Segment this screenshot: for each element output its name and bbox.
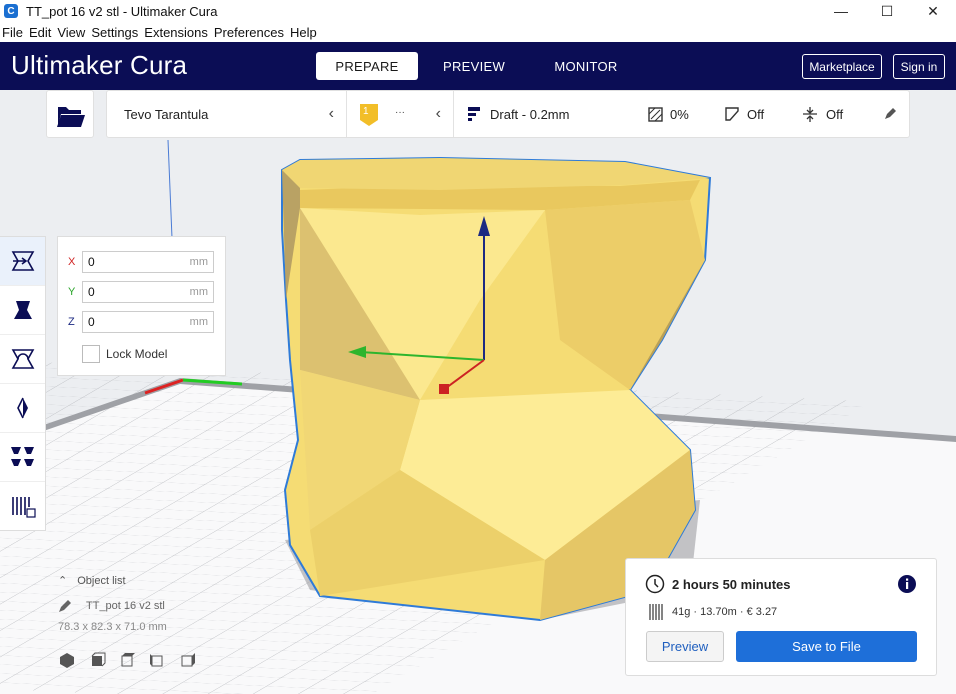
- per-model-settings-icon: [10, 447, 34, 466]
- z-value: 0: [88, 315, 95, 329]
- open-file-button[interactable]: [46, 90, 94, 138]
- rotate-tool-button[interactable]: [0, 335, 45, 384]
- menu-settings[interactable]: Settings: [91, 25, 138, 40]
- scale-icon: [13, 301, 32, 319]
- spool-icon: [649, 604, 663, 620]
- y-unit: mm: [189, 286, 208, 298]
- adhesion-value: Off: [826, 107, 844, 122]
- view-right-icon[interactable]: [178, 651, 196, 669]
- menu-bar: File Edit View Settings Extensions Prefe…: [0, 22, 956, 42]
- profile-icon: [468, 107, 480, 121]
- x-input[interactable]: 0 mm: [82, 251, 214, 273]
- logo-ultimaker: Ultimaker: [11, 50, 123, 80]
- sign-in-button[interactable]: Sign in: [893, 54, 945, 79]
- object-name: TT_pot 16 v2 stl: [86, 600, 165, 612]
- close-button[interactable]: ✕: [910, 0, 956, 22]
- cura-app-icon: C: [4, 4, 18, 18]
- z-label: Z: [68, 316, 75, 328]
- support-blocker-icon: [11, 496, 36, 518]
- menu-help[interactable]: Help: [290, 25, 317, 40]
- print-settings-selector[interactable]: Draft - 0.2mm 0% Off Off: [454, 91, 909, 137]
- y-value: 0: [88, 285, 95, 299]
- window-titlebar: C TT_pot 16 v2 stl - Ultimaker Cura — ☐ …: [0, 0, 956, 22]
- object-list-header[interactable]: ⌃ Object list: [58, 574, 278, 588]
- adhesion-icon: [803, 107, 817, 122]
- mirror-tool-button[interactable]: [0, 384, 45, 433]
- ultimaker-cura-logo: Ultimaker Cura: [11, 50, 187, 81]
- printer-name: Tevo Tarantula: [124, 106, 209, 122]
- preview-button[interactable]: Preview: [646, 631, 724, 662]
- view-left-icon[interactable]: [148, 651, 166, 669]
- mirror-icon: [16, 397, 28, 419]
- tab-monitor[interactable]: MONITOR: [540, 52, 632, 80]
- extruder-number: 1: [363, 106, 369, 117]
- support-icon: [725, 107, 739, 121]
- view-orientation-buttons: [58, 651, 278, 669]
- folder-icon: [57, 107, 85, 127]
- window-title: TT_pot 16 v2 stl - Ultimaker Cura: [26, 3, 218, 19]
- view-top-icon[interactable]: [118, 651, 136, 669]
- material-estimate: 41g · 13.70m · € 3.27: [672, 606, 778, 618]
- menu-preferences[interactable]: Preferences: [214, 25, 284, 40]
- x-unit: mm: [189, 256, 208, 268]
- lock-model-row[interactable]: Lock Model: [82, 345, 167, 363]
- logo-cura: Cura: [122, 50, 188, 80]
- y-label: Y: [68, 286, 76, 298]
- view-3d-icon[interactable]: [58, 651, 76, 669]
- support-value: Off: [747, 107, 765, 122]
- app-header: Ultimaker Cura PREPARE PREVIEW MONITOR M…: [0, 42, 956, 90]
- z-unit: mm: [189, 316, 208, 328]
- move-icon: [11, 251, 34, 271]
- extruder-selector[interactable]: 1 ··· ‹: [347, 91, 454, 137]
- printer-selector[interactable]: Tevo Tarantula ‹: [107, 91, 347, 137]
- menu-view[interactable]: View: [57, 25, 85, 40]
- print-time: 2 hours 50 minutes: [672, 577, 791, 592]
- object-list-title: Object list: [77, 574, 126, 587]
- infill-icon: [648, 107, 663, 122]
- object-list: ⌃ Object list TT_pot 16 v2 stl 78.3 x 82…: [58, 574, 278, 669]
- y-row: Y 0 mm: [68, 281, 214, 303]
- chevron-left-icon: ‹: [435, 105, 441, 122]
- maximize-button[interactable]: ☐: [864, 0, 910, 22]
- save-to-file-button[interactable]: Save to File: [736, 631, 917, 662]
- chevron-left-icon: ‹: [328, 105, 334, 122]
- tool-panel: [0, 236, 46, 531]
- minimize-button[interactable]: —: [818, 0, 864, 22]
- menu-edit[interactable]: Edit: [29, 25, 51, 40]
- lock-model-checkbox[interactable]: [82, 345, 100, 363]
- chevron-up-icon: ⌃: [58, 575, 68, 587]
- per-model-settings-button[interactable]: [0, 433, 45, 482]
- move-tool-panel: X 0 mm Y 0 mm Z 0 mm Lock Model: [57, 236, 226, 376]
- print-estimate-panel: 2 hours 50 minutes 41g · 13.70m · € 3.27…: [625, 558, 937, 676]
- tab-prepare[interactable]: PREPARE: [316, 52, 418, 80]
- move-tool-button[interactable]: [0, 237, 45, 286]
- object-name-row[interactable]: TT_pot 16 v2 stl: [58, 599, 278, 613]
- view-front-icon[interactable]: [88, 651, 106, 669]
- object-dimensions: 78.3 x 82.3 x 71.0 mm: [58, 621, 167, 633]
- scale-tool-button[interactable]: [0, 286, 45, 335]
- x-row: X 0 mm: [68, 251, 214, 273]
- x-value: 0: [88, 255, 95, 269]
- infill-value: 0%: [670, 107, 689, 122]
- clock-icon: [645, 574, 665, 594]
- extruder-more: ···: [395, 107, 405, 118]
- printer-settings-bar: Tevo Tarantula ‹ 1 ··· ‹ Draft - 0.2mm 0…: [106, 90, 910, 138]
- z-input[interactable]: 0 mm: [82, 311, 214, 333]
- y-input[interactable]: 0 mm: [82, 281, 214, 303]
- menu-file[interactable]: File: [2, 25, 23, 40]
- lock-model-label: Lock Model: [106, 347, 168, 361]
- menu-extensions[interactable]: Extensions: [144, 25, 208, 40]
- info-icon[interactable]: [897, 574, 917, 594]
- tab-preview[interactable]: PREVIEW: [432, 52, 516, 80]
- marketplace-button[interactable]: Marketplace: [802, 54, 882, 79]
- rotate-icon: [11, 349, 34, 369]
- x-label: X: [68, 256, 76, 268]
- extruder-badge-icon: [360, 104, 378, 126]
- pencil-icon[interactable]: [884, 108, 896, 120]
- z-row: Z 0 mm: [68, 311, 214, 333]
- support-blocker-button[interactable]: [0, 482, 45, 531]
- pencil-icon: [59, 600, 71, 612]
- profile-label: Draft - 0.2mm: [490, 107, 570, 122]
